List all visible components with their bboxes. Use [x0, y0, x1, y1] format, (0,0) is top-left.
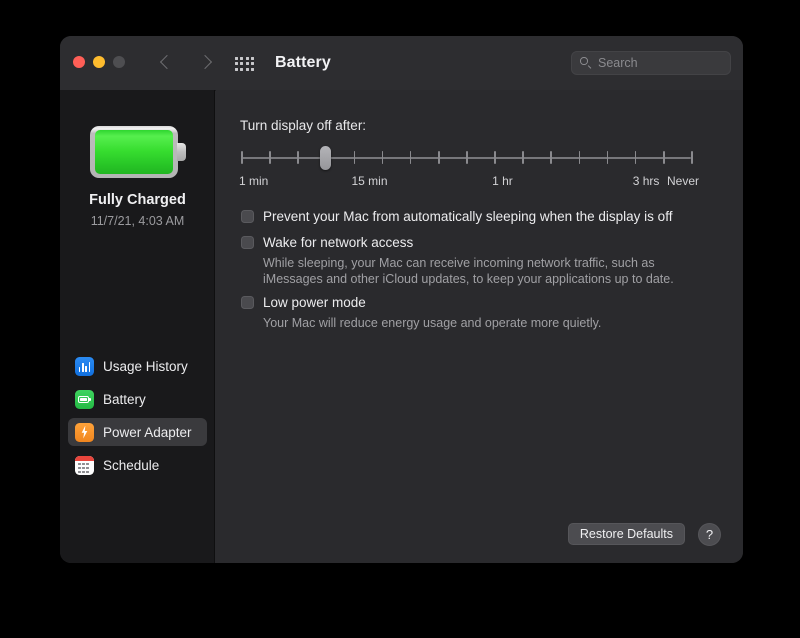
grid-dot [251, 62, 255, 66]
option-row-prevent-sleep[interactable]: Prevent your Mac from automatically slee… [241, 209, 672, 224]
content-pane: Turn display off after: 1 min 15 min 1 hr 3… [216, 90, 743, 563]
search-input[interactable] [598, 56, 722, 70]
usage-history-icon [75, 356, 94, 376]
slider-tick [353, 151, 356, 164]
window-titlebar: Battery [60, 36, 743, 91]
wake-for-network-checkbox[interactable] [241, 236, 254, 249]
grid-dot [240, 57, 244, 60]
search-icon [580, 57, 592, 69]
chevron-left-icon[interactable] [158, 52, 176, 74]
power-adapter-bolt-icon [75, 422, 94, 442]
sidebar-item-schedule[interactable]: Schedule [68, 451, 207, 479]
slider-tick [550, 151, 553, 164]
traffic-lights [73, 56, 125, 68]
sidebar-item-battery[interactable]: Battery [68, 385, 207, 413]
slider-tick [437, 151, 440, 164]
grid-dot [240, 67, 244, 71]
sidebar-item-usage-history[interactable]: Usage History [68, 352, 207, 380]
minimize-button[interactable] [93, 56, 105, 68]
battery-cap [176, 143, 186, 161]
calendar-grid [78, 463, 89, 473]
display-sleep-slider[interactable]: 1 min 15 min 1 hr 3 hrs Never [239, 146, 699, 194]
search-field[interactable] [571, 51, 731, 75]
low-power-mode-checkbox[interactable] [241, 296, 254, 309]
schedule-calendar-icon [75, 455, 94, 475]
chevron-right-icon[interactable] [198, 52, 216, 74]
battery-full-green-icon [89, 126, 186, 178]
sidebar-item-label: Battery [103, 391, 146, 407]
grid-dot [235, 67, 238, 71]
screen: Battery Fully Charged 11/7/21, 4:03 AM [0, 0, 800, 638]
slider-label: Never [667, 174, 700, 188]
calendar-header [75, 455, 94, 461]
slider-knob[interactable] [319, 146, 331, 170]
grid-dot [240, 62, 244, 66]
grid-dot [235, 62, 238, 66]
zoom-button [113, 56, 125, 68]
low-power-mode-description: Your Mac will reduce energy usage and op… [263, 316, 602, 330]
sidebar-item-label: Schedule [103, 457, 160, 473]
option-row-wake-for-network[interactable]: Wake for network access [241, 235, 413, 250]
option-row-low-power-mode[interactable]: Low power mode [241, 295, 366, 310]
option-label: Low power mode [263, 295, 366, 310]
grid-dot [245, 62, 249, 66]
slider-label: 1 hr [492, 174, 513, 188]
battery-tip [89, 397, 91, 401]
grid-dot [251, 57, 255, 60]
grid-dot [235, 57, 238, 60]
slider-tick [241, 151, 243, 164]
sidebar-item-power-adapter[interactable]: Power Adapter [68, 418, 207, 446]
sidebar-nav: Usage History Battery Power Adapter Sche… [68, 352, 207, 484]
slider-tick [466, 151, 468, 164]
slider-tick-labels: 1 min 15 min 1 hr 3 hrs Never [239, 174, 703, 192]
slider-tick [494, 151, 496, 164]
sidebar: Fully Charged 11/7/21, 4:03 AM Usage His… [60, 90, 215, 563]
slider-tick [522, 151, 524, 164]
slider-tick [297, 151, 299, 164]
battery-timestamp: 11/7/21, 4:03 AM [90, 214, 185, 228]
grid-dot [245, 67, 249, 71]
slider-tick [662, 151, 665, 164]
close-button[interactable] [73, 56, 85, 68]
slider-label: 1 min [239, 174, 269, 188]
option-label: Prevent your Mac from automatically slee… [263, 209, 673, 224]
grid-icon[interactable] [235, 57, 255, 71]
slider-label: 3 hrs [632, 174, 660, 188]
battery-body [89, 126, 178, 178]
bolt-shape [81, 425, 88, 439]
restore-defaults-button[interactable]: Restore Defaults [567, 523, 685, 545]
navigation-buttons [158, 52, 216, 74]
page-title: Battery [275, 54, 331, 71]
battery-status-graphic [60, 126, 215, 178]
battery-fill [94, 130, 173, 174]
grid-dot [251, 67, 255, 71]
grid-dot [245, 57, 249, 60]
help-button[interactable]: ? [698, 523, 721, 546]
slider-tick [691, 151, 693, 164]
slider-tick [269, 151, 271, 164]
slider-tick [578, 151, 581, 164]
sidebar-item-label: Usage History [103, 358, 188, 374]
display-off-label: Turn display off after: [240, 118, 367, 133]
wake-for-network-description: While sleeping, your Mac can receive inc… [263, 256, 674, 286]
bar-chart-bars [78, 361, 91, 372]
slider-label: 15 min [351, 174, 388, 188]
option-label: Wake for network access [263, 235, 414, 250]
sidebar-item-label: Power Adapter [103, 424, 192, 440]
battery-status-text: Fully Charged [89, 192, 186, 208]
battery-outline [78, 395, 89, 403]
prevent-sleep-checkbox[interactable] [241, 210, 254, 223]
battery-icon [75, 389, 94, 409]
battery-preferences-window: Battery Fully Charged 11/7/21, 4:03 AM [60, 36, 743, 563]
